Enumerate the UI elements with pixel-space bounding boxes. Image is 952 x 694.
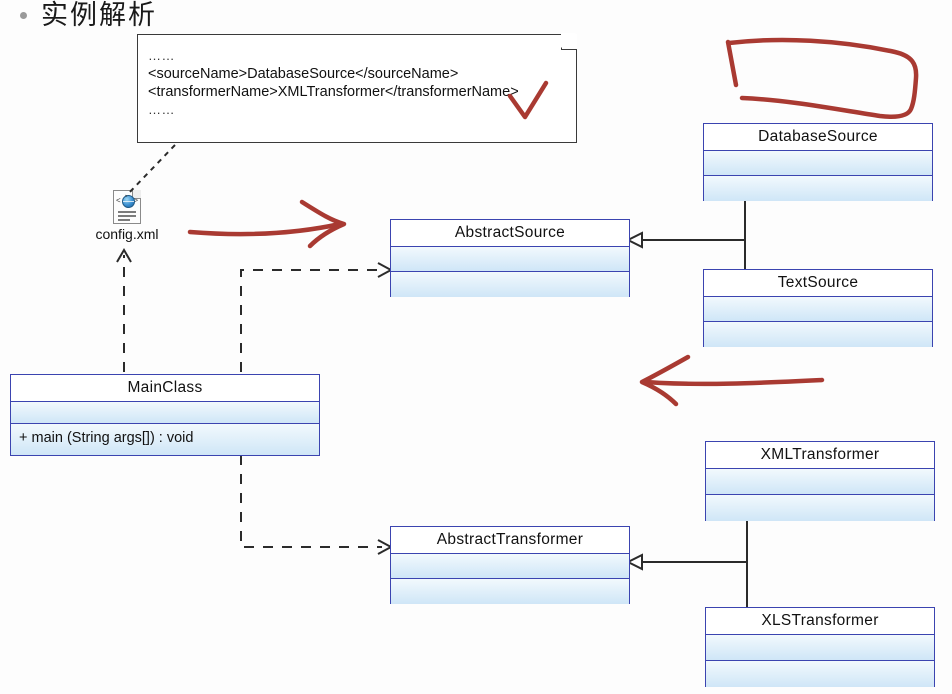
uml-operation: + main (String args[]) : void [19,430,194,446]
uml-class-name: DatabaseSource [704,124,932,151]
note-line: <transformerName>XMLTransformer</transfo… [148,84,519,100]
uml-attributes-compartment [706,469,934,495]
config-xml-label: config.xml [95,226,159,242]
uml-class-main-class[interactable]: MainClass + main (String args[]) : void [10,374,320,456]
uml-operations-compartment [704,176,932,201]
uml-attributes-compartment [704,151,932,176]
uml-operations-compartment: + main (String args[]) : void [11,424,319,455]
bullet-dot-icon [20,12,27,19]
uml-attributes-compartment [391,247,629,272]
uml-class-name: TextSource [704,270,932,297]
uml-operations-compartment [704,322,932,347]
note-line: …… [148,102,175,117]
note-content: …… <sourceName>DatabaseSource</sourceNam… [148,47,566,119]
uml-slide-canvas: 实例解析 …… <sourceName>DatabaseSource</sour… [0,0,952,694]
uml-class-database-source[interactable]: DatabaseSource [703,123,933,201]
uml-attributes-compartment [11,402,319,424]
note-link-line [125,144,176,197]
angle-bracket-left-icon: < [116,196,121,205]
uml-operations-compartment [391,579,629,604]
doc-line-icon [118,215,136,217]
uml-class-abstract-transformer[interactable]: AbstractTransformer [390,526,630,604]
note-line: …… [148,48,175,63]
xml-document-icon: < > [113,190,141,224]
uml-attributes-compartment [706,635,934,661]
dependency-mainclass-abstractsource-line [240,269,382,372]
red-arrow-right-head [299,199,347,249]
page-title: 实例解析 [20,2,157,29]
dependency-mainclass-abstracttransformer-line [240,455,382,548]
uml-attributes-compartment [391,554,629,579]
uml-attributes-compartment [704,297,932,322]
uml-class-xml-transformer[interactable]: XMLTransformer [705,441,935,521]
doc-line-icon [118,219,130,221]
globe-icon [122,195,135,208]
uml-class-name: XLSTransformer [706,608,934,635]
uml-operations-compartment [391,272,629,297]
generalization-arrowhead-abstracttransformer [625,553,643,571]
uml-class-name: MainClass [11,375,319,402]
uml-class-text-source[interactable]: TextSource [703,269,933,347]
page-title-text: 实例解析 [41,0,157,31]
uml-class-name: AbstractTransformer [391,527,629,554]
config-xml-file: < > config.xml [92,190,162,242]
uml-class-abstract-source[interactable]: AbstractSource [390,219,630,297]
red-arrow-left [643,377,825,387]
dependency-arrowhead-configxml [116,248,132,263]
red-arrow-right [187,221,343,237]
generalization-transformers-path [641,520,748,608]
red-bracket-shape [725,37,919,119]
uml-operations-compartment [706,661,934,687]
uml-operations-compartment [706,495,934,521]
red-arrow-left-head [639,354,691,407]
uml-class-xls-transformer[interactable]: XLSTransformer [705,607,935,687]
doc-line-icon [118,211,136,213]
generalization-arrowhead-abstractsource [625,231,643,249]
uml-class-name: AbstractSource [391,220,629,247]
xml-note-box: …… <sourceName>DatabaseSource</sourceNam… [137,33,577,143]
uml-class-name: XMLTransformer [706,442,934,469]
note-line: <sourceName>DatabaseSource</sourceName> [148,66,459,82]
